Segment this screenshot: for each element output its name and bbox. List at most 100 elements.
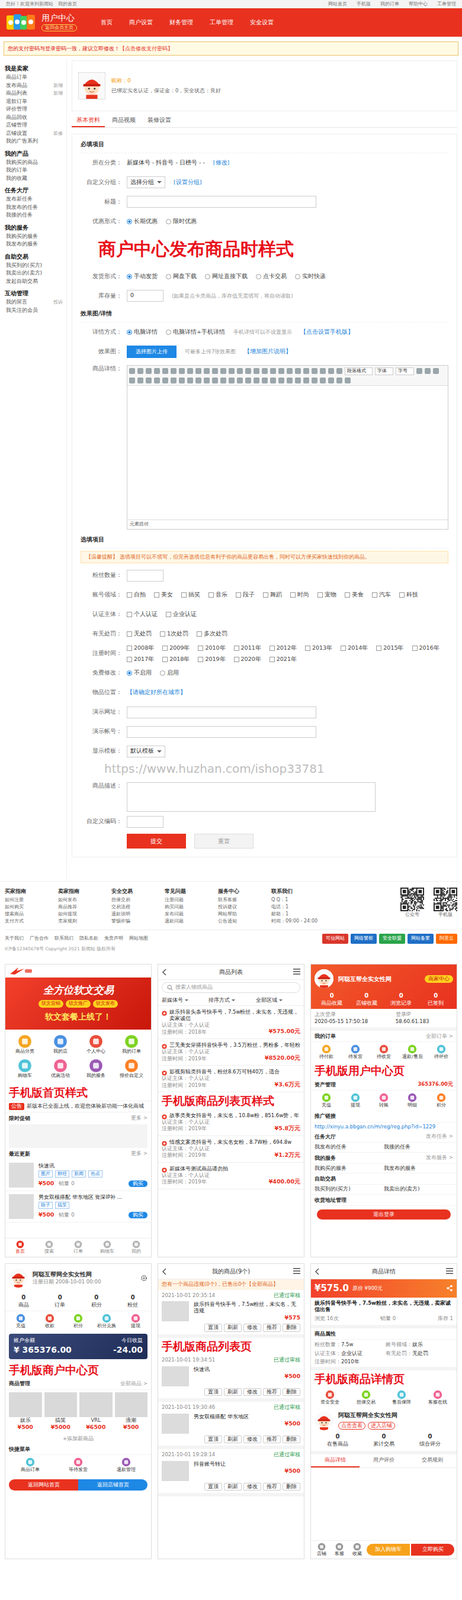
sidebar-label[interactable]: 我购买的商品 <box>5 158 38 168</box>
sidebar-item[interactable]: 退款订单 <box>4 97 67 107</box>
toolbar-icon[interactable] <box>145 377 152 384</box>
action-button[interactable]: 置顶 <box>204 1389 223 1398</box>
menu-entry[interactable]: 购物车 <box>7 1059 43 1081</box>
action-button[interactable]: 刷新 <box>223 1324 242 1333</box>
tab-label[interactable]: 搜索 <box>34 1249 64 1257</box>
top-link[interactable]: 网站首页 <box>328 1 348 8</box>
checkbox-option[interactable]: 2014年 <box>340 645 368 653</box>
icon-entry[interactable]: 积分 <box>63 1314 93 1331</box>
action-button[interactable]: 推荐 <box>262 1324 281 1333</box>
radio-mark[interactable] <box>126 329 133 336</box>
footer-link[interactable]: 关于我们 <box>4 936 24 943</box>
menu-entry[interactable]: 个人中心 <box>78 1035 114 1057</box>
checkbox-option[interactable]: 2013年 <box>305 645 333 653</box>
checkbox-option[interactable]: 搞笑 <box>181 591 201 600</box>
action-button[interactable]: 刷新 <box>223 1389 242 1398</box>
item-title[interactable]: 男女双模搭配 华东地区 <box>193 1415 301 1422</box>
tab-item[interactable]: 首页 <box>5 1241 35 1257</box>
goods-name[interactable]: 搞笑 <box>44 1418 78 1426</box>
toolbar-icon[interactable] <box>344 377 351 384</box>
option-label[interactable]: 宠物 <box>324 591 337 600</box>
entry-label[interactable]: 转账 <box>369 1103 399 1110</box>
toolbar-icon[interactable] <box>253 368 260 375</box>
entry-label[interactable]: 待收货 <box>369 1054 399 1061</box>
sidebar-label[interactable]: 发布商品 <box>5 81 28 91</box>
sidebar-item[interactable]: 我购买的商品 <box>4 158 67 168</box>
section-more[interactable]: 发布任务 > <box>425 1134 454 1141</box>
product-title[interactable]: 男女双模搭配 华东地区 资深IP补 ... <box>38 1195 148 1202</box>
option-label[interactable]: 汽车 <box>379 591 391 600</box>
text-input[interactable] <box>126 816 164 829</box>
sidebar-item[interactable]: 我的订单 <box>4 166 67 175</box>
icon-entry[interactable]: 售后保障 <box>383 1391 420 1407</box>
checkbox-mark[interactable] <box>317 592 323 599</box>
toolbar-icon[interactable] <box>270 377 277 384</box>
tab[interactable]: 交易规则 <box>408 1455 457 1469</box>
reset-button[interactable]: 重置 <box>194 834 254 850</box>
option-label[interactable]: 2017年 <box>133 656 154 664</box>
toolbar-icon[interactable] <box>212 377 218 384</box>
top-link[interactable]: 帮助中心 <box>408 1 428 8</box>
radio-mark[interactable] <box>126 671 133 677</box>
toolbar-icon[interactable] <box>178 368 185 375</box>
option-label[interactable]: 电脑详情+手机详情 <box>172 328 226 337</box>
toolbar-icon[interactable] <box>328 377 335 384</box>
select[interactable]: 默认模板 <box>126 746 166 759</box>
more-link[interactable]: 更多 > <box>130 1115 148 1123</box>
product-title[interactable]: 三无美女穿搭抖音快手号，3.5万粉丝，男粉多，年轻粉 <box>169 1043 301 1050</box>
radio-option[interactable]: 点卡交易 <box>255 273 287 281</box>
footer-link[interactable]: 隐私条款 <box>79 936 99 943</box>
sidebar-label[interactable]: 评价管理 <box>5 105 28 114</box>
sidebar-label[interactable]: 我购买的服务 <box>5 232 38 242</box>
tab-item[interactable]: 我的 <box>122 1241 152 1257</box>
product-title[interactable]: 情感文案类抖音号，未实名女粉，8.7W粉，694.8w <box>169 1140 292 1147</box>
more-link[interactable]: 更多 > <box>130 1151 148 1158</box>
upload-button[interactable]: 选择图片上传 <box>126 345 177 359</box>
checkbox-option[interactable]: 2021年 <box>269 656 297 664</box>
radio-mark[interactable] <box>255 274 262 280</box>
product-item[interactable]: 情感文案类抖音号，未实名女粉，8.7W粉，694.8w认证主体：个人认证注册时间… <box>158 1137 304 1164</box>
icon-entry[interactable]: 待评价 <box>427 1045 456 1061</box>
footer-link[interactable]: 网站地图 <box>129 936 149 943</box>
trust-badge[interactable]: 网络警察 <box>350 934 377 945</box>
option-label[interactable]: 长期优惠 <box>133 217 158 226</box>
toolbar-icon[interactable] <box>270 368 277 375</box>
checkbox-option[interactable]: 2018年 <box>162 656 190 664</box>
footer-link[interactable]: 担保交易 <box>111 897 165 905</box>
checkbox-option[interactable]: 2020年 <box>233 656 262 664</box>
shop-home-button[interactable]: 返回店铺首页 <box>78 1480 148 1493</box>
checkbox-mark[interactable] <box>126 592 133 599</box>
checkbox-option[interactable]: 多次处罚 <box>196 630 228 639</box>
option-label[interactable]: 时尚 <box>297 591 310 600</box>
stat[interactable]: 0商品收藏 <box>314 992 350 1008</box>
footer-link[interactable]: 联系客服 <box>217 897 272 905</box>
option-label[interactable]: 个人认证 <box>133 611 158 619</box>
menu-entry[interactable]: 商品分类 <box>7 1035 43 1057</box>
footer-link[interactable]: 警惕诈骗 <box>111 918 165 926</box>
menu-label[interactable]: 我的服务 <box>78 1073 114 1081</box>
sidebar-item[interactable]: 发布商品新增 <box>4 81 67 91</box>
checkbox-option[interactable]: 科技 <box>399 591 419 600</box>
toolbar-icon[interactable] <box>303 377 310 384</box>
goods-item[interactable]: 2021-10-01 19:30:46已通过审核男女双模搭配 华东地区¥500置… <box>158 1403 304 1451</box>
toolbar-icon[interactable] <box>432 368 439 375</box>
top-link[interactable]: 工单管理 <box>437 1 457 8</box>
sidebar-label[interactable]: 我关注的会员 <box>5 306 38 316</box>
action-button[interactable]: 删除 <box>282 1389 301 1398</box>
icon-entry[interactable]: 待发货 <box>340 1045 370 1061</box>
radio-mark[interactable] <box>204 274 211 280</box>
toolbar-icon[interactable] <box>203 377 210 384</box>
toolbar-icon[interactable] <box>286 368 293 375</box>
sidebar-label[interactable]: 我发布的任务 <box>5 203 38 213</box>
icon-entry[interactable]: 待付款 <box>312 1045 341 1061</box>
tab[interactable]: 装修设置 <box>142 114 176 128</box>
section-more[interactable]: 发布服务 > <box>425 1155 454 1163</box>
product-item[interactable]: 娱乐抖音头条号快手号，7.5w粉丝，未实名，无违规，卖家诚信认证主体：个人认证注… <box>158 1006 304 1041</box>
checkbox-mark[interactable] <box>126 657 133 663</box>
product-title[interactable]: 娱乐抖音头条号快手号，7.5w粉丝，未实名，无违规，卖家诚信 <box>169 1009 301 1023</box>
nav-item[interactable]: 工单管理 <box>209 18 234 27</box>
nav-item[interactable]: 安全设置 <box>249 18 274 27</box>
buy-button[interactable]: 购买 <box>128 1213 148 1220</box>
field-value[interactable]: 【请确定好所在城市】 <box>126 689 186 698</box>
toolbar-icon[interactable] <box>187 377 194 384</box>
